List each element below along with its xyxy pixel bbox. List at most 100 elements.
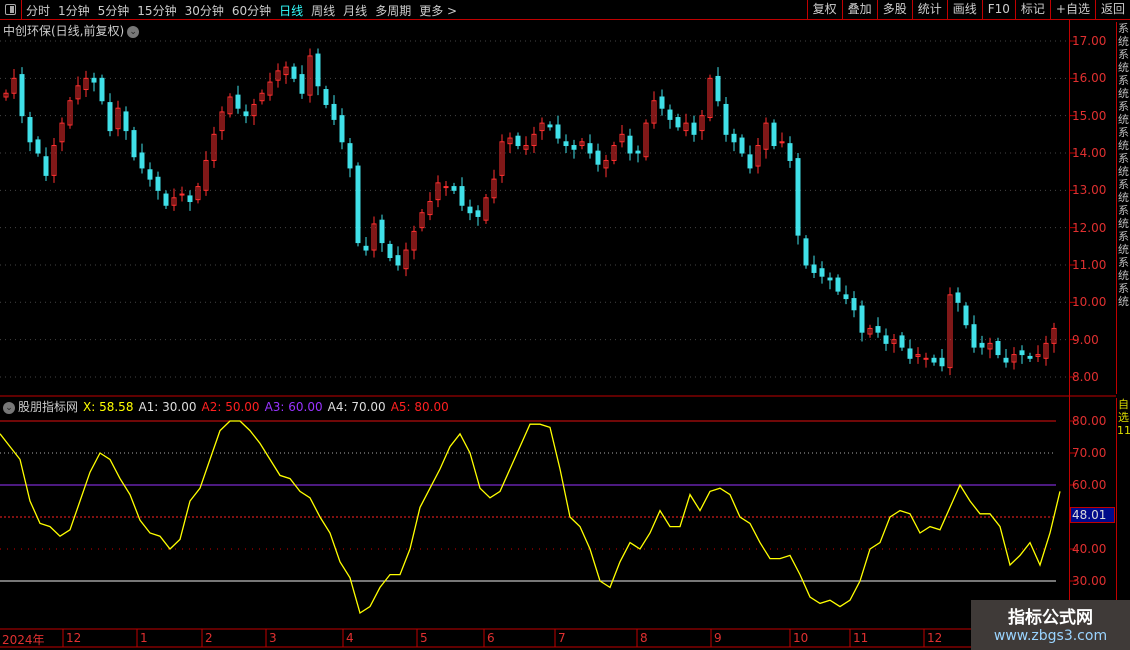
candle-body [747,154,753,169]
date-axis-label: 2 [205,631,213,645]
indicator-param: X: 58.58 [83,400,134,414]
watermark-url: www.zbgs3.com [993,628,1108,644]
price-axis-label: 15.00 [1072,108,1107,123]
candle-body [875,326,881,333]
candle-body [43,156,49,176]
candle-body [803,238,809,266]
candle-body [35,139,41,154]
candle-body [395,255,401,266]
chevron-down-icon[interactable]: ⌄ [3,401,15,414]
candle-body [971,324,977,348]
candle-body [235,94,241,109]
candle-body [851,298,857,311]
candle-body [979,342,985,348]
date-axis-label: 12 [927,631,943,645]
candle-body [467,206,473,214]
candle-body [835,277,841,292]
candle-body [131,130,137,158]
candle-body [715,75,721,102]
candle-body [355,165,361,244]
candle-body [147,169,153,180]
candle-body [627,135,633,154]
date-axis-label: 6 [487,631,495,645]
candle-body [563,141,569,147]
candle-body [555,124,561,139]
candle-body [795,158,801,236]
candle-body [363,245,369,251]
candle-body [659,96,665,109]
candle-body [771,122,777,147]
date-axis-label: 10 [793,631,809,645]
candle-body [443,186,449,189]
watermark: 指标公式网 www.zbgs3.com [971,600,1130,650]
candle-body [635,150,641,154]
price-axis-label: 17.00 [1072,34,1107,48]
candle-body [963,305,969,326]
candle-body [819,268,825,277]
candle-body [547,124,553,128]
price-axis-label: 16.00 [1072,71,1107,86]
candle-body [859,305,865,333]
candle-body [739,137,745,154]
date-axis-label: 1 [140,631,148,645]
date-axis-label: 5 [420,631,428,645]
price-axis-label: 11.00 [1072,257,1107,272]
indicator-axis-label: 60.00 [1072,478,1107,492]
candle-body [139,152,145,169]
candle-body [347,143,353,169]
candle-body [811,264,817,273]
candle-body [451,186,457,191]
candle-body [667,109,673,120]
candle-body [731,133,737,143]
indicator-param: A5: 80.00 [390,400,449,414]
indicator-axis-label: 70.00 [1072,446,1107,460]
price-axis-label: 14.00 [1072,145,1107,160]
current-value-badge: 48.01 [1070,507,1115,523]
candle-body [843,294,849,300]
price-axis-label: 10.00 [1072,295,1107,310]
candle-body [163,193,169,206]
date-axis-label: 2024年 [2,633,45,647]
indicator-param: A1: 30.00 [138,400,197,414]
candle-body [883,335,889,344]
price-axis-label: 13.00 [1072,183,1107,198]
candle-body [379,219,385,244]
chart-canvas[interactable] [0,0,1130,650]
candle-body [291,66,297,79]
candle-body [323,89,329,105]
candle-body [179,193,185,196]
indicator-axis-label: 80.00 [1072,414,1107,428]
candle-body [779,141,785,144]
indicator-param: A4: 70.00 [327,400,386,414]
candle-body [955,292,961,303]
candle-body [123,111,129,132]
candle-body [315,53,321,87]
indicator-axis-label: 40.00 [1072,542,1107,556]
date-axis-label: 8 [640,631,648,645]
date-axis-label: 7 [558,631,566,645]
candle-body [931,357,937,363]
candle-body [155,176,161,191]
candle-body [515,135,521,147]
price-axis-label: 8.00 [1072,369,1099,384]
candle-body [787,143,793,161]
right-strip-top[interactable]: 系统系统系统系统系统系统系统系统系统系统系统 [1116,22,1130,394]
candle-body [243,111,249,117]
candle-body [1019,350,1025,356]
indicator-param: A3: 60.00 [264,400,323,414]
right-strip-bottom[interactable]: 自选11111111 [1116,398,1130,628]
candle-body [1027,355,1033,359]
candle-body [995,341,1001,356]
watermark-title: 指标公式网 [1008,608,1093,628]
date-axis-label: 9 [714,631,722,645]
candle-body [387,243,393,259]
candle-body [91,77,97,83]
indicator-axis-label: 30.00 [1072,574,1107,588]
candle-body [1003,357,1009,363]
candle-body [27,117,33,143]
candle-body [723,103,729,135]
candle-body [99,77,105,102]
candle-body [571,145,577,150]
candle-body [459,186,465,206]
candle-body [107,102,113,132]
